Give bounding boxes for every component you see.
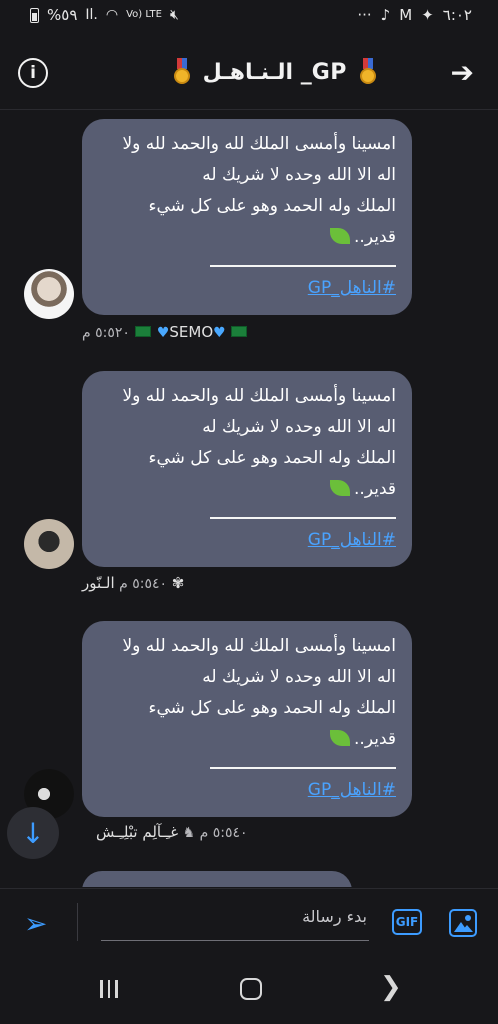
message-line: اله الا الله وحده لا شريك له <box>202 165 396 185</box>
message-line: الملك وله الحمد وهو على كل شيء <box>148 698 396 718</box>
twitter-icon: ✦ <box>421 6 434 24</box>
conversation-title: الـنـاهـل _GP <box>150 58 400 85</box>
send-icon[interactable]: ➢ <box>24 907 47 940</box>
info-icon[interactable]: i <box>18 58 48 88</box>
system-nav-bar: ❯ <box>0 958 498 1024</box>
sender-name: SEMO <box>169 323 214 341</box>
recent-apps-icon[interactable] <box>100 980 118 998</box>
sender-name: غـِـآلِم تبْلِـِـش <box>96 823 179 841</box>
hashtag-link[interactable]: #الناهل_GP <box>98 273 396 303</box>
message-line: اله الا الله وحده لا شريك له <box>202 667 396 687</box>
message-meta: ٥:٥٢٠ م ♥SEMO♥ <box>82 323 248 341</box>
message-composer: ➢ بدء رسالة GIF <box>0 888 498 958</box>
message-line: قدير.. <box>98 724 396 755</box>
home-icon[interactable] <box>240 978 262 1000</box>
conversation-title-text: الـنـاهـل _GP <box>202 60 347 85</box>
image-icon[interactable] <box>449 909 477 937</box>
conversation-header: i الـنـاهـل _GP ➔ <box>0 34 498 110</box>
message-line: قدير.. <box>98 474 396 505</box>
leaf-emoji-icon <box>330 480 351 496</box>
avatar[interactable] <box>24 269 74 319</box>
more-notifications-icon: ··· <box>357 6 372 24</box>
message-time: ٥:٥٤٠ م <box>119 576 168 592</box>
message-bubble[interactable]: امسينا وأمسى الملك لله والحمد لله ولا ال… <box>82 621 412 817</box>
divider <box>98 755 396 775</box>
clock-time: ٦:٠٢ <box>442 6 472 24</box>
message-bubble-partial[interactable] <box>82 871 352 887</box>
signal-icon: Il. <box>85 7 98 23</box>
wifi-icon: ◠ <box>105 7 119 23</box>
flag-icon <box>231 326 248 337</box>
message-time: ٥:٥٤٠ م <box>199 825 248 841</box>
message-time: ٥:٥٢٠ م <box>82 325 130 341</box>
heart-icon: ♥ <box>156 325 170 341</box>
chess-knight-icon: ♞ <box>182 825 196 841</box>
hashtag-link[interactable]: #الناهل_GP <box>98 525 396 555</box>
status-left: %٥٩ Il. ◠ Vo) LTE 🔇︎ <box>30 6 179 24</box>
mute-icon: 🔇︎ <box>169 7 179 23</box>
divider <box>98 253 396 273</box>
back-chevron-icon[interactable]: ❯ <box>380 972 402 1002</box>
message-list[interactable]: امسينا وأمسى الملك لله والحمد لله ولا ال… <box>0 111 498 887</box>
leaf-emoji-icon <box>330 228 351 244</box>
lte-icon: Vo) LTE <box>126 9 162 20</box>
message-line: امسينا وأمسى الملك لله والحمد لله ولا <box>122 134 396 154</box>
message-meta: ٥:٥٤٠ م ♞ غـِـآلِم تبْلِـِـش <box>96 823 248 841</box>
message-bubble[interactable]: امسينا وأمسى الملك لله والحمد لله ولا ال… <box>82 371 412 567</box>
tiktok-icon: ♪ <box>380 6 391 24</box>
leaf-emoji-icon <box>330 730 351 746</box>
gmail-icon: M <box>399 6 413 24</box>
medal-icon <box>173 58 191 84</box>
message-line: امسينا وأمسى الملك لله والحمد لله ولا <box>122 636 396 656</box>
message-line: اله الا الله وحده لا شريك له <box>202 417 396 437</box>
battery-icon <box>30 7 39 23</box>
divider <box>98 505 396 525</box>
message-line: الملك وله الحمد وهو على كل شيء <box>148 448 396 468</box>
status-bar: %٥٩ Il. ◠ Vo) LTE 🔇︎ ··· ♪ M ✦ ٦:٠٢ <box>0 0 498 34</box>
hashtag-link[interactable]: #الناهل_GP <box>98 775 396 805</box>
back-arrow-icon[interactable]: ➔ <box>451 56 474 89</box>
flag-icon <box>135 326 152 337</box>
message-input[interactable]: بدء رسالة <box>101 901 369 941</box>
message-line: قدير.. <box>98 222 396 253</box>
divider <box>77 903 78 941</box>
gif-button[interactable]: GIF <box>392 909 422 935</box>
avatar[interactable] <box>24 519 74 569</box>
scroll-down-arrow-icon[interactable]: ↓ <box>7 807 59 859</box>
status-right: ··· ♪ M ✦ ٦:٠٢ <box>357 6 472 24</box>
message-line: امسينا وأمسى الملك لله والحمد لله ولا <box>122 386 396 406</box>
battery-percent: %٥٩ <box>47 6 78 24</box>
heart-icon: ♥ <box>213 325 226 341</box>
medal-icon <box>359 58 377 84</box>
message-bubble[interactable]: امسينا وأمسى الملك لله والحمد لله ولا ال… <box>82 119 412 315</box>
message-meta: ٥:٥٤٠ م الـنّور ✾ <box>82 574 184 592</box>
message-line: الملك وله الحمد وهو على كل شيء <box>148 196 396 216</box>
